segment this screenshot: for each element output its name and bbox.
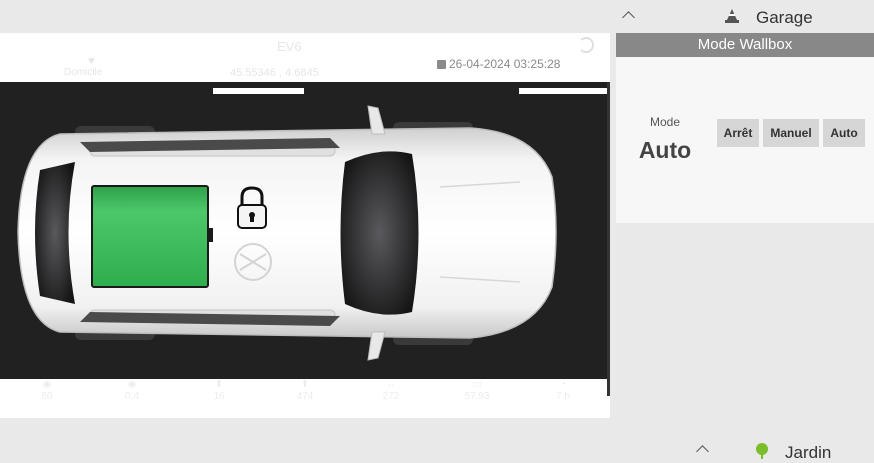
battery-terminal: [209, 228, 213, 242]
stat-icon: ⬆: [214, 379, 224, 390]
last-update-text: 26-04-2024 03:25:28: [449, 57, 561, 71]
stat-icon: ⬆: [300, 379, 310, 390]
battery-level: [91, 185, 209, 288]
garage-title: Garage: [756, 8, 813, 27]
stat-icon: ↔: [386, 379, 396, 390]
location-icon: ♥: [88, 55, 95, 67]
stat-value: 60: [41, 391, 53, 402]
stat-item: ↔ 272: [366, 379, 416, 403]
stat-value: 7 h: [556, 391, 570, 402]
stat-item: ◉ 60: [22, 379, 72, 403]
mode-value: Auto: [638, 137, 692, 163]
mode-manual-button[interactable]: Manuel: [763, 119, 819, 147]
stat-value: 272: [382, 391, 400, 402]
garage-header[interactable]: Garage: [614, 0, 874, 33]
car-card: ♥ Domicile EV6 45.55346 , 4.6845 26-04-2…: [0, 33, 610, 418]
stat-item: ▭ 57.93: [452, 379, 502, 403]
collapse-chevron-icon[interactable]: [622, 11, 635, 24]
stage-divider: [607, 82, 610, 396]
car-card-header: ♥ Domicile EV6 45.55346 , 4.6845 26-04-2…: [0, 33, 610, 82]
car-view: [0, 82, 610, 379]
windshield: [340, 151, 419, 315]
stat-value: 0.4: [125, 391, 139, 402]
jardin-header[interactable]: Jardin: [690, 436, 874, 463]
mode-off-button[interactable]: Arrêt: [717, 119, 759, 147]
stat-value: 474: [296, 391, 314, 402]
last-update: 26-04-2024 03:25:28: [437, 57, 560, 71]
wallbox-panel: Mode Wallbox Mode Auto Arrêt Manuel Auto: [616, 33, 874, 223]
car-name: EV6: [277, 39, 302, 54]
stat-icon: ◉: [42, 379, 52, 390]
expand-chevron-icon[interactable]: [696, 445, 709, 458]
tree-icon: [756, 443, 768, 459]
mode-label: Mode: [649, 115, 681, 129]
stat-item: ◔ 7 h: [538, 379, 588, 403]
mode-auto-button[interactable]: Auto: [823, 119, 865, 147]
stat-value: 57.93: [464, 391, 490, 402]
location-label: Domicile: [64, 67, 103, 78]
garage-icon: [725, 9, 739, 23]
gps-coords: 45.55346 , 4.6845: [230, 67, 319, 79]
calendar-icon: [437, 60, 446, 69]
car-top-view: [17, 105, 557, 361]
stat-item: ⬆ 16: [194, 379, 244, 403]
stat-icon: ◔: [559, 379, 567, 390]
refresh-icon[interactable]: [578, 37, 594, 53]
jardin-title: Jardin: [785, 443, 832, 462]
stat-item: ◉ 0.4: [107, 379, 157, 403]
stat-icon: ◉: [127, 379, 137, 390]
stat-item: ⬆ 474: [280, 379, 330, 403]
wallbox-panel-title: Mode Wallbox: [616, 33, 874, 57]
car-stats-bar: ◉ 60 ◉ 0.4 ⬆ 16 ⬆ 474 ↔ 272 ▭ 57.93 ◔ 7 h: [0, 379, 610, 418]
stat-icon: ▭: [472, 379, 482, 390]
stat-value: 16: [213, 391, 225, 402]
